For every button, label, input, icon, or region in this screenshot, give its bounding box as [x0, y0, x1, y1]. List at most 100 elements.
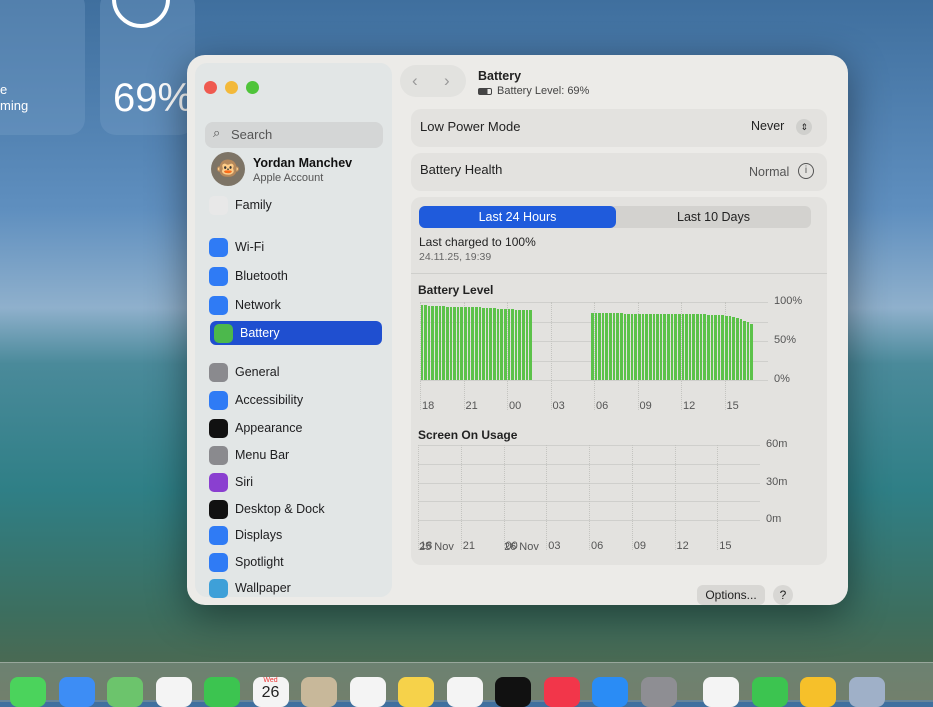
- sidebar-item-general[interactable]: General: [209, 360, 384, 384]
- sidebar-item-label: Wallpaper: [235, 581, 291, 595]
- sidebar-item-battery[interactable]: Battery: [210, 321, 382, 345]
- x-tick-label: 09: [633, 540, 646, 552]
- low-power-select[interactable]: Never ⇕: [751, 119, 813, 135]
- sidebar-item-spotlight[interactable]: Spotlight: [209, 550, 384, 574]
- sidebar-item-label: Bluetooth: [235, 269, 288, 283]
- battery-bar: [456, 306, 460, 380]
- sidebar-item-displays[interactable]: Displays: [209, 523, 384, 547]
- dock-messages[interactable]: [10, 677, 46, 707]
- x-tick-label: 03: [552, 400, 565, 412]
- battery-bar: [648, 313, 652, 380]
- sidebar-item-wi-fi[interactable]: Wi-Fi: [209, 235, 384, 259]
- zoom-button[interactable]: [246, 81, 259, 94]
- info-icon[interactable]: i: [798, 163, 814, 179]
- x-tick-label: 15: [719, 540, 732, 552]
- battery-bar: [438, 305, 442, 380]
- battery-bar: [478, 307, 482, 380]
- battery-bar: [688, 314, 692, 380]
- battery-widget: 69%: [100, 0, 195, 135]
- sidebar-item-accessibility[interactable]: Accessibility: [209, 388, 384, 412]
- battery-bar: [427, 305, 431, 380]
- dock-system-settings[interactable]: [640, 677, 677, 707]
- back-button[interactable]: ‹: [412, 71, 418, 91]
- low-power-value: Never: [751, 119, 785, 133]
- sidebar-item-label: Appearance: [235, 421, 303, 435]
- battery-bar: [522, 309, 525, 380]
- dock-contacts[interactable]: [301, 677, 337, 707]
- tab-last-10-days[interactable]: Last 10 Days: [616, 206, 811, 228]
- battery-health-label: Battery Health: [420, 162, 503, 177]
- dock-mail[interactable]: [58, 677, 95, 707]
- dock-calendar[interactable]: Wed 26: [252, 677, 289, 707]
- gear-icon: [209, 362, 228, 382]
- sidebar-item-label: Displays: [235, 528, 283, 542]
- sidebar-item-wallpaper[interactable]: Wallpaper: [209, 576, 384, 600]
- dock-chrome[interactable]: [703, 677, 739, 707]
- gridline: [589, 445, 590, 550]
- options-button[interactable]: Options...: [697, 585, 765, 605]
- battery-bar: [507, 309, 511, 380]
- battery-bar: [645, 313, 648, 380]
- dock-maps[interactable]: [107, 677, 143, 707]
- sidebar-item-network[interactable]: Network: [209, 293, 384, 317]
- dock-freeform[interactable]: [446, 677, 483, 707]
- x-tick-label: 21: [462, 540, 475, 552]
- dock-music[interactable]: [543, 677, 580, 707]
- dock-keynote[interactable]: [800, 677, 836, 707]
- search-icon: ⌕: [213, 125, 221, 140]
- help-button[interactable]: ?: [773, 585, 793, 605]
- y-tick-label: 0%: [774, 373, 790, 385]
- battery-bar: [714, 315, 717, 380]
- minimize-button[interactable]: [225, 81, 238, 94]
- x-tick-label: 18: [422, 400, 435, 412]
- x-tick-label: 15: [726, 400, 739, 412]
- x-tick-label: 06: [591, 540, 604, 552]
- battery-chart-title: Battery Level: [418, 283, 494, 297]
- x-tick-label: 06: [596, 400, 609, 412]
- dock-facetime[interactable]: [204, 677, 240, 707]
- search-input[interactable]: ⌕ Search: [205, 122, 383, 148]
- sidebar-item-label: Desktop & Dock: [235, 502, 325, 516]
- gridline: [631, 445, 633, 550]
- battery-bar: [605, 312, 608, 380]
- x-tick-label: 12: [676, 540, 689, 552]
- flower-icon: [209, 578, 228, 598]
- forward-button[interactable]: ›: [444, 71, 450, 91]
- dock-reminders[interactable]: [349, 677, 386, 707]
- battery-bar: [493, 308, 496, 380]
- battery-bar: [703, 314, 706, 380]
- gridline: [717, 445, 719, 550]
- battery-bar: [424, 305, 427, 380]
- tab-last-24-hours[interactable]: Last 24 Hours: [419, 206, 616, 228]
- battery-bar: [692, 314, 695, 380]
- avatar: 🐵: [211, 152, 245, 186]
- sidebar-item-label: Spotlight: [235, 555, 284, 569]
- sidebar-item-siri[interactable]: Siri: [209, 470, 384, 494]
- appearance-icon: [209, 418, 228, 438]
- dock-icon: [209, 499, 228, 519]
- battery-bar: [685, 314, 688, 380]
- sidebar-item-menu-bar[interactable]: Menu Bar: [209, 443, 384, 467]
- sidebar-item-family[interactable]: Family: [209, 193, 384, 217]
- sidebar-item-appearance[interactable]: Appearance: [209, 416, 384, 440]
- chevron-updown-icon: ⇕: [796, 119, 813, 135]
- battery-bar: [489, 308, 492, 380]
- family-icon: [209, 195, 228, 215]
- dock-downloads[interactable]: [848, 677, 885, 707]
- sidebar-item-bluetooth[interactable]: Bluetooth: [209, 264, 384, 288]
- dock-notes[interactable]: [398, 677, 434, 707]
- sidebar: ⌕ Search 🐵 Yordan Manchev Apple Account F…: [195, 63, 392, 600]
- dock-numbers[interactable]: [751, 677, 788, 707]
- battery-bar: [525, 309, 529, 380]
- x-tick-label: 00: [505, 540, 518, 552]
- account-item[interactable]: 🐵 Yordan Manchev Apple Account: [211, 152, 381, 188]
- sidebar-item-desktop-dock[interactable]: Desktop & Dock: [209, 497, 384, 521]
- page-title: Battery: [478, 69, 522, 83]
- dock-app-store[interactable]: [592, 677, 628, 707]
- battery-bar: [677, 314, 681, 380]
- close-button[interactable]: [204, 81, 217, 94]
- dock-photos[interactable]: [155, 677, 192, 707]
- time-range-tabs: Last 24 Hours Last 10 Days: [419, 206, 811, 228]
- dock-tv[interactable]: [495, 677, 531, 707]
- battery-bar: [652, 313, 656, 380]
